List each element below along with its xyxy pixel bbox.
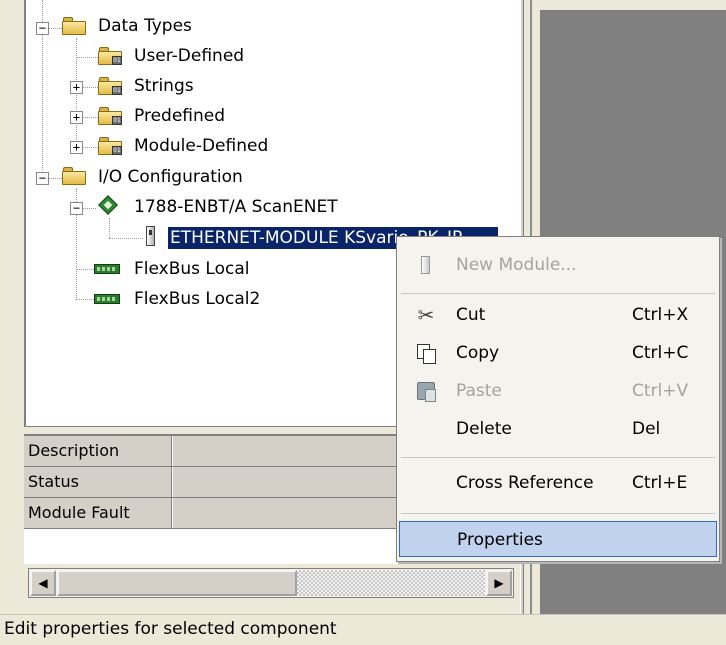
property-name: Description (24, 436, 172, 466)
network-module-icon (98, 195, 120, 216)
tree-item-predefined[interactable]: Predefined (132, 105, 227, 127)
module-icon (146, 226, 155, 246)
paste-icon (417, 382, 436, 402)
tree-item-strings[interactable]: Strings (132, 75, 196, 97)
collapse-data-types-button[interactable]: − (36, 22, 49, 35)
tree-connector (48, 178, 62, 179)
property-name: Status (24, 467, 172, 497)
menu-item-shortcut: Ctrl+C (632, 343, 689, 363)
menu-item-cross-reference[interactable]: Cross Reference Ctrl+E (399, 465, 717, 501)
tree-connector (76, 299, 96, 300)
scissors-icon: ✂ (417, 303, 435, 327)
flexbus-icon (94, 294, 120, 304)
tree-connector (82, 208, 96, 209)
tree-connector (109, 218, 110, 238)
tree-connector (82, 117, 98, 118)
tree-connector (109, 238, 143, 239)
menu-item-label: Paste (456, 381, 502, 401)
scroll-track[interactable] (297, 570, 485, 596)
menu-item-label: Properties (457, 530, 543, 550)
menu-item-label: New Module... (456, 255, 577, 275)
scroll-left-button[interactable]: ◀ (30, 570, 56, 596)
property-name: Module Fault (24, 498, 172, 528)
menu-item-label: Cut (456, 305, 486, 325)
tree-item-data-types[interactable]: Data Types (96, 15, 194, 37)
tree-connector (82, 87, 98, 88)
menu-separator (401, 457, 715, 458)
menu-item-delete[interactable]: Delete Del (399, 411, 717, 447)
datatype-folder-icon: 01 (98, 136, 124, 156)
tree-item-user-defined[interactable]: User-Defined (132, 45, 246, 67)
flexbus-icon (94, 264, 120, 274)
menu-item-cut[interactable]: ✂ Cut Ctrl+X (399, 297, 717, 333)
status-bar: Edit properties for selected component (0, 614, 726, 645)
menu-item-label: Delete (456, 419, 512, 439)
expand-module-defined-button[interactable]: + (70, 141, 83, 154)
menu-separator (401, 293, 715, 294)
left-margin (0, 0, 24, 614)
menu-item-shortcut: Ctrl+E (632, 473, 688, 493)
datatype-folder-icon: 01 (98, 106, 124, 126)
tree-item-flexbus-local[interactable]: FlexBus Local (132, 258, 251, 280)
tree-connector (82, 147, 98, 148)
scroll-right-button[interactable]: ▶ (486, 570, 512, 596)
tree-item-module-defined[interactable]: Module-Defined (132, 135, 270, 157)
scroll-thumb[interactable] (57, 570, 297, 596)
menu-item-shortcut: Ctrl+X (632, 305, 689, 325)
expand-predefined-button[interactable]: + (70, 111, 83, 124)
menu-item-shortcut: Ctrl+V (632, 381, 689, 401)
new-module-icon (421, 256, 430, 274)
tree-item-flexbus-local2[interactable]: FlexBus Local2 (132, 288, 262, 310)
tree-connector (76, 269, 96, 270)
expand-strings-button[interactable]: + (70, 81, 83, 94)
tree-connector (76, 57, 98, 58)
context-menu: New Module... ✂ Cut Ctrl+X Copy Ctrl+C P… (396, 236, 720, 562)
datatype-folder-icon: 01 (98, 46, 124, 66)
folder-icon (62, 16, 88, 36)
menu-item-new-module[interactable]: New Module... (399, 247, 717, 283)
tree-connector (48, 28, 62, 29)
datatype-folder-icon: 01 (98, 76, 124, 96)
menu-item-label: Copy (456, 343, 500, 363)
horizontal-scrollbar[interactable]: ◀ ▶ (28, 568, 514, 598)
menu-item-paste[interactable]: Paste Ctrl+V (399, 373, 717, 409)
menu-item-shortcut: Del (632, 419, 661, 439)
menu-item-label: Cross Reference (456, 473, 594, 493)
copy-icon (417, 344, 436, 364)
folder-icon (62, 166, 88, 186)
menu-separator (401, 513, 715, 514)
collapse-io-configuration-button[interactable]: − (36, 172, 49, 185)
status-text: Edit properties for selected component (4, 619, 337, 639)
menu-item-properties[interactable]: Properties (399, 521, 717, 557)
tree-item-scanenet[interactable]: 1788-ENBT/A ScanENET (132, 196, 340, 218)
tree-item-io-configuration[interactable]: I/O Configuration (96, 166, 245, 188)
collapse-scanenet-button[interactable]: − (70, 202, 83, 215)
menu-item-copy[interactable]: Copy Ctrl+C (399, 335, 717, 371)
